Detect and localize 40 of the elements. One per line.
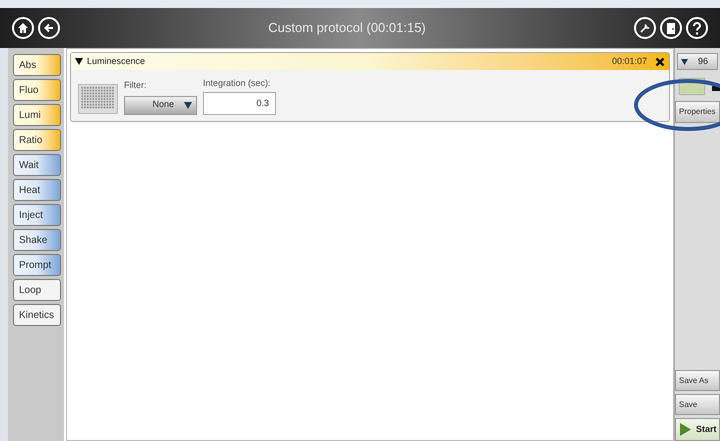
step-button[interactable]: Loop (13, 279, 61, 301)
filter-label: Filter: (124, 79, 148, 92)
play-icon (680, 423, 691, 436)
back-arrow-icon (43, 22, 55, 34)
home-icon (17, 22, 29, 34)
back-button[interactable] (38, 17, 60, 39)
step-button[interactable]: Kinetics (13, 304, 61, 326)
plate-icon (78, 84, 118, 114)
step-button[interactable]: Prompt (13, 254, 61, 276)
question-mark-icon (692, 22, 702, 34)
dropdown-arrow-icon (184, 102, 192, 108)
step-header[interactable]: Luminescence 00:01:07 (71, 53, 669, 70)
step-button[interactable]: Lumi (13, 104, 61, 126)
wrench-icon (639, 22, 651, 34)
door-icon (666, 22, 676, 34)
properties-button[interactable]: Properties (675, 101, 720, 123)
step-button[interactable]: Wait (13, 154, 61, 176)
step-title: Luminescence (87, 54, 146, 68)
step-button[interactable]: Shake (13, 229, 61, 251)
filter-dropdown[interactable]: None (124, 96, 197, 114)
integration-field[interactable]: 0.3 (203, 92, 276, 114)
save-button[interactable]: Save (675, 394, 720, 415)
dropdown-arrow-icon (681, 58, 688, 64)
help-button[interactable] (686, 17, 708, 39)
exit-button[interactable] (660, 17, 682, 39)
home-button[interactable] (12, 17, 34, 39)
step-button[interactable]: Inject (13, 204, 61, 226)
tools-button[interactable] (634, 17, 656, 39)
step-button[interactable]: Fluo (13, 79, 61, 101)
start-button[interactable]: Start (675, 418, 720, 441)
step-button[interactable]: Heat (13, 179, 61, 201)
integration-label: Integration (sec): (203, 77, 272, 90)
step-button[interactable]: Abs (13, 54, 61, 76)
window-title: Custom protocol (00:01:15) (267, 19, 427, 38)
close-icon[interactable] (655, 56, 665, 66)
step-duration: 00:01:07 (612, 54, 647, 68)
plate-dropdown[interactable]: 96 (677, 53, 718, 70)
step-button[interactable]: Ratio (13, 129, 61, 151)
collapse-triangle-icon[interactable] (75, 58, 83, 66)
save-button[interactable]: Save As (675, 370, 720, 391)
